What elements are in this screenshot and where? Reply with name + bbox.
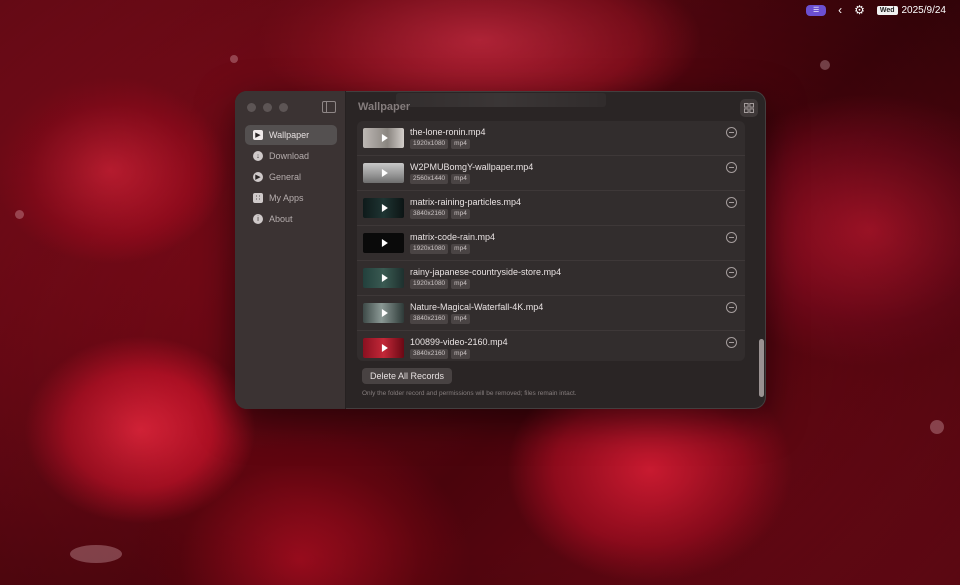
list-item[interactable]: 100899-video-2160.mp4 3840x2160 mp4 (357, 331, 745, 361)
play-icon (381, 134, 388, 142)
water-droplet (930, 420, 944, 434)
video-thumbnail[interactable] (363, 128, 404, 148)
download-icon: ↓ (253, 151, 263, 161)
gear-icon[interactable]: ⚙ (854, 4, 865, 16)
format-badge: mp4 (451, 244, 470, 254)
delete-all-records-button[interactable]: Delete All Records (362, 368, 453, 384)
video-thumbnail[interactable] (363, 268, 404, 288)
menu-bar: ☰ ‹ ⚙ Wed 2025/9/24 (806, 0, 960, 20)
play-icon (381, 309, 388, 317)
sidebar-item-label: Wallpaper (269, 130, 310, 140)
list-item[interactable]: Nature-Magical-Waterfall-4K.mp4 3840x216… (357, 296, 745, 331)
chevron-left-icon[interactable]: ‹ (838, 4, 842, 16)
delete-note: Only the folder record and permissions w… (362, 390, 577, 397)
sidebar-toggle-icon[interactable] (322, 101, 336, 113)
list-item[interactable]: W2PMUBomgY-wallpaper.mp4 2560x1440 mp4 (357, 156, 745, 191)
list-item[interactable]: matrix-code-rain.mp4 1920x1080 mp4 (357, 226, 745, 261)
file-name: W2PMUBomgY-wallpaper.mp4 (410, 162, 534, 172)
format-badge: mp4 (451, 174, 470, 184)
remove-icon[interactable] (726, 337, 737, 348)
format-badge: mp4 (451, 209, 470, 219)
info-icon: i (253, 214, 263, 224)
remove-icon[interactable] (726, 302, 737, 313)
app-window: ▶ Wallpaper ↓ Download ▶ General ∷ My Ap… (235, 91, 766, 409)
menubar-date[interactable]: 2025/9/24 (902, 5, 947, 16)
grid-icon (744, 103, 754, 113)
window-controls (247, 103, 288, 112)
minimize-button[interactable] (263, 103, 272, 112)
sidebar-item-general[interactable]: ▶ General (245, 167, 337, 187)
resolution-badge: 1920x1080 (410, 279, 449, 289)
sidebar-item-label: My Apps (269, 193, 304, 203)
sidebar-nav: ▶ Wallpaper ↓ Download ▶ General ∷ My Ap… (245, 125, 337, 230)
resolution-badge: 3840x2160 (410, 209, 449, 219)
remove-icon[interactable] (726, 197, 737, 208)
records-list[interactable]: the-lone-ronin.mp4 1920x1080 mp4 W2PMUBom… (357, 121, 745, 361)
app-status-icon[interactable]: ☰ (806, 4, 827, 16)
list-item[interactable]: matrix-raining-particles.mp4 3840x2160 mp… (357, 191, 745, 226)
water-droplet (820, 60, 830, 70)
list-item[interactable]: the-lone-ronin.mp4 1920x1080 mp4 (357, 121, 745, 156)
video-thumbnail[interactable] (363, 163, 404, 183)
page-title: Wallpaper (358, 101, 411, 113)
format-badge: mp4 (451, 139, 470, 149)
grid-view-button[interactable] (740, 99, 758, 117)
close-button[interactable] (247, 103, 256, 112)
file-name: the-lone-ronin.mp4 (410, 127, 486, 137)
play-icon (381, 344, 388, 352)
format-badge: mp4 (451, 314, 470, 324)
play-icon (381, 204, 388, 212)
main-content: Wallpaper the-lone-ronin.mp4 1920x1080 mp… (346, 91, 766, 409)
water-droplet (15, 210, 24, 219)
resolution-badge: 1920x1080 (410, 244, 449, 254)
general-icon: ▶ (253, 172, 263, 182)
sidebar: ▶ Wallpaper ↓ Download ▶ General ∷ My Ap… (235, 91, 346, 409)
sidebar-item-label: Download (269, 151, 310, 161)
remove-icon[interactable] (726, 267, 737, 278)
play-icon (381, 274, 388, 282)
play-icon (381, 169, 388, 177)
remove-icon[interactable] (726, 232, 737, 243)
resolution-badge: 2560x1440 (410, 174, 449, 184)
format-badge: mp4 (451, 349, 470, 359)
resolution-badge: 3840x2160 (410, 349, 449, 359)
sidebar-item-wallpaper[interactable]: ▶ Wallpaper (245, 125, 337, 145)
water-droplet (70, 545, 122, 563)
sidebar-item-download[interactable]: ↓ Download (245, 146, 337, 166)
file-name: matrix-raining-particles.mp4 (410, 197, 522, 207)
titlebar-ghost (396, 93, 606, 107)
sidebar-item-my-apps[interactable]: ∷ My Apps (245, 188, 337, 208)
play-icon (381, 239, 388, 247)
water-droplet (230, 55, 238, 63)
video-thumbnail[interactable] (363, 198, 404, 218)
file-name: Nature-Magical-Waterfall-4K.mp4 (410, 302, 544, 312)
video-thumbnail[interactable] (363, 303, 404, 323)
resolution-badge: 3840x2160 (410, 314, 449, 324)
file-name: matrix-code-rain.mp4 (410, 232, 496, 242)
sidebar-item-about[interactable]: i About (245, 209, 337, 229)
scrollbar-thumb[interactable] (759, 339, 764, 397)
apps-grid-icon: ∷ (253, 193, 263, 203)
zoom-button[interactable] (279, 103, 288, 112)
remove-icon[interactable] (726, 127, 737, 138)
remove-icon[interactable] (726, 162, 737, 173)
sidebar-item-label: General (269, 172, 302, 182)
resolution-badge: 1920x1080 (410, 139, 449, 149)
menubar-day[interactable]: Wed (876, 5, 898, 15)
file-name: rainy-japanese-countryside-store.mp4 (410, 267, 562, 277)
list-item[interactable]: rainy-japanese-countryside-store.mp4 192… (357, 261, 745, 296)
video-thumbnail[interactable] (363, 233, 404, 253)
file-name: 100899-video-2160.mp4 (410, 337, 508, 347)
sidebar-item-label: About (269, 214, 293, 224)
monitor-icon: ▶ (253, 130, 263, 140)
video-thumbnail[interactable] (363, 338, 404, 358)
format-badge: mp4 (451, 279, 470, 289)
